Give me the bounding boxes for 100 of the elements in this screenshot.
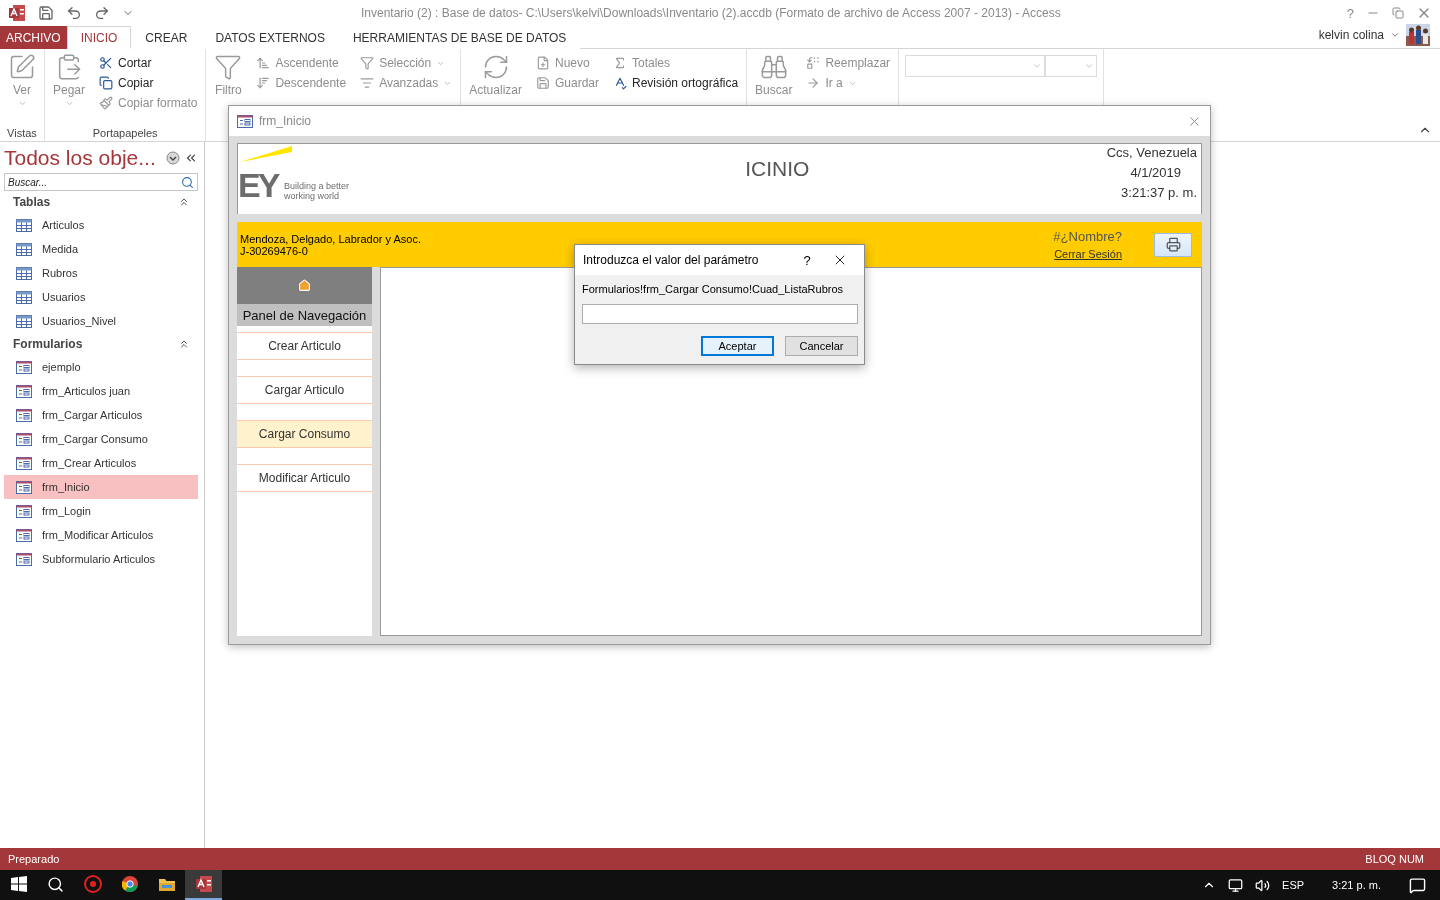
windows-logo-icon [10, 876, 27, 892]
form-icon [16, 456, 32, 470]
scissors-icon [99, 56, 114, 70]
form-icon [16, 384, 32, 398]
company-name: Mendoza, Delgado, Labrador y Asoc. [240, 232, 422, 245]
nav-item[interactable]: frm_Inicio [4, 475, 198, 499]
notifications-icon[interactable] [1409, 876, 1426, 894]
form-icon [16, 528, 32, 542]
nav-item[interactable]: frm_Login [4, 499, 198, 523]
save-icon[interactable] [38, 5, 54, 21]
language-indicator[interactable]: ESP [1282, 879, 1305, 891]
date-text: 4/1/2019 [1130, 165, 1181, 180]
status-text: Preparado [8, 853, 60, 865]
sigma-icon [613, 56, 627, 70]
printer-icon [1165, 237, 1181, 252]
arrow-right-icon [806, 76, 821, 90]
nav-item[interactable]: frm_Crear Articulos [4, 451, 198, 475]
nav-item[interactable]: ejemplo [4, 355, 198, 379]
dropdown-icon[interactable] [166, 151, 180, 165]
help-button[interactable]: ? [1346, 5, 1354, 21]
save-icon [535, 76, 550, 90]
search-icon[interactable] [181, 175, 194, 189]
section-title[interactable]: Formularios [13, 337, 83, 351]
collapse-section-icon[interactable] [178, 338, 190, 350]
table-icon [16, 218, 32, 232]
ribbon-button[interactable]: Cortar [97, 55, 200, 71]
caret-icon [1084, 61, 1095, 71]
nav-pane-title[interactable]: Todos los obje... [4, 146, 162, 170]
ribbon-button[interactable]: Copiar [97, 75, 200, 91]
table-icon [16, 314, 32, 328]
network-icon[interactable] [1228, 877, 1244, 893]
help-button[interactable]: ? [792, 252, 822, 268]
status-text: BLOQ NUM [1365, 853, 1424, 865]
logout-link[interactable]: Cerrar Sesión [1054, 248, 1122, 260]
collapse-pane-icon[interactable] [184, 151, 198, 165]
nav-item[interactable]: Usuarios_Nivel [4, 309, 198, 333]
spell-check-icon [613, 76, 627, 90]
caret-icon[interactable] [1390, 30, 1400, 40]
form-icon [16, 504, 32, 518]
browser-icon[interactable] [121, 876, 138, 892]
access-app-icon[interactable] [8, 4, 26, 22]
search-icon [47, 875, 64, 893]
logo-mark: EY [238, 166, 278, 205]
form-heading: ICINIO [744, 156, 811, 181]
nav-button[interactable]: Crear Articulo [237, 332, 372, 360]
form-icon [16, 360, 32, 374]
user-name[interactable]: kelvin colina [1318, 28, 1384, 42]
home-icon[interactable] [298, 279, 311, 292]
form-icon [16, 432, 32, 446]
brush-icon [99, 96, 114, 110]
file-tab[interactable]: ARCHIVO [0, 26, 67, 49]
redo-icon[interactable] [94, 5, 110, 21]
security-app-icon[interactable] [83, 875, 102, 893]
input-field[interactable] [582, 304, 858, 324]
nav-item[interactable]: frm_Cargar Articulos [4, 403, 198, 427]
nav-item[interactable]: Rubros [4, 261, 198, 285]
view-icon [8, 53, 36, 81]
collapse-section-icon[interactable] [178, 196, 190, 208]
nav-button[interactable]: Cargar Articulo [237, 376, 372, 404]
nav-item[interactable]: frm_Articulos juan [4, 379, 198, 403]
new-record-icon [535, 56, 550, 70]
ribbon-button[interactable]: Revisión ortográfica [611, 75, 741, 91]
list-filter-icon [360, 76, 375, 90]
print-button[interactable] [1154, 232, 1192, 257]
group-label: Portapapeles [91, 127, 159, 141]
undo-icon[interactable] [66, 5, 82, 21]
tax-id: J-30269476-0 [240, 244, 308, 257]
form-icon [16, 480, 32, 494]
nav-button[interactable]: Modificar Articulo [237, 464, 372, 492]
taskbar-app[interactable] [185, 870, 222, 900]
table-icon [16, 266, 32, 280]
nav-item[interactable]: Articulos [4, 213, 198, 237]
nav-item[interactable]: frm_Modificar Articulos [4, 523, 198, 547]
folder-icon[interactable] [157, 876, 176, 892]
group-label: Vistas [6, 127, 38, 141]
dialog-button[interactable]: Cancelar [785, 336, 858, 356]
caret-icon [1032, 61, 1043, 71]
clock[interactable]: 3:21 p. m. [1332, 879, 1381, 891]
nav-item[interactable]: Medida [4, 237, 198, 261]
nav-item[interactable]: frm_Cargar Consumo [4, 427, 198, 451]
filter-icon [214, 53, 243, 81]
table-icon [16, 242, 32, 256]
sort-descending-icon [256, 76, 271, 90]
ribbon-tab[interactable]: INICIO [66, 26, 132, 49]
form-icon [16, 552, 32, 566]
user-name-field: #¿Nombre? [1053, 229, 1122, 244]
dialog-button[interactable]: Aceptar [701, 336, 774, 356]
nav-item[interactable]: Subformulario Articulos [4, 547, 198, 571]
search-box[interactable]: Buscar... [4, 173, 198, 191]
nav-item[interactable]: Usuarios [4, 285, 198, 309]
form-title: frm_Inicio [259, 114, 312, 128]
window-title: Inventario (2) : Base de datos- C:\Users\kelvi\Downloads\Inventario (2).accdb (Formato de archivo de Access 2007 - 2013) - Access [360, 6, 1062, 20]
nav-button[interactable]: Cargar Consumo [237, 420, 372, 448]
volume-icon[interactable] [1255, 877, 1271, 893]
access-app-icon[interactable] [194, 875, 213, 893]
panel-title: Panel de Navegación [237, 304, 372, 326]
section-title[interactable]: Tablas [13, 195, 51, 209]
location-text: Ccs, Venezuela [1106, 145, 1197, 160]
form-icon [16, 408, 32, 422]
filter-icon [360, 56, 375, 70]
